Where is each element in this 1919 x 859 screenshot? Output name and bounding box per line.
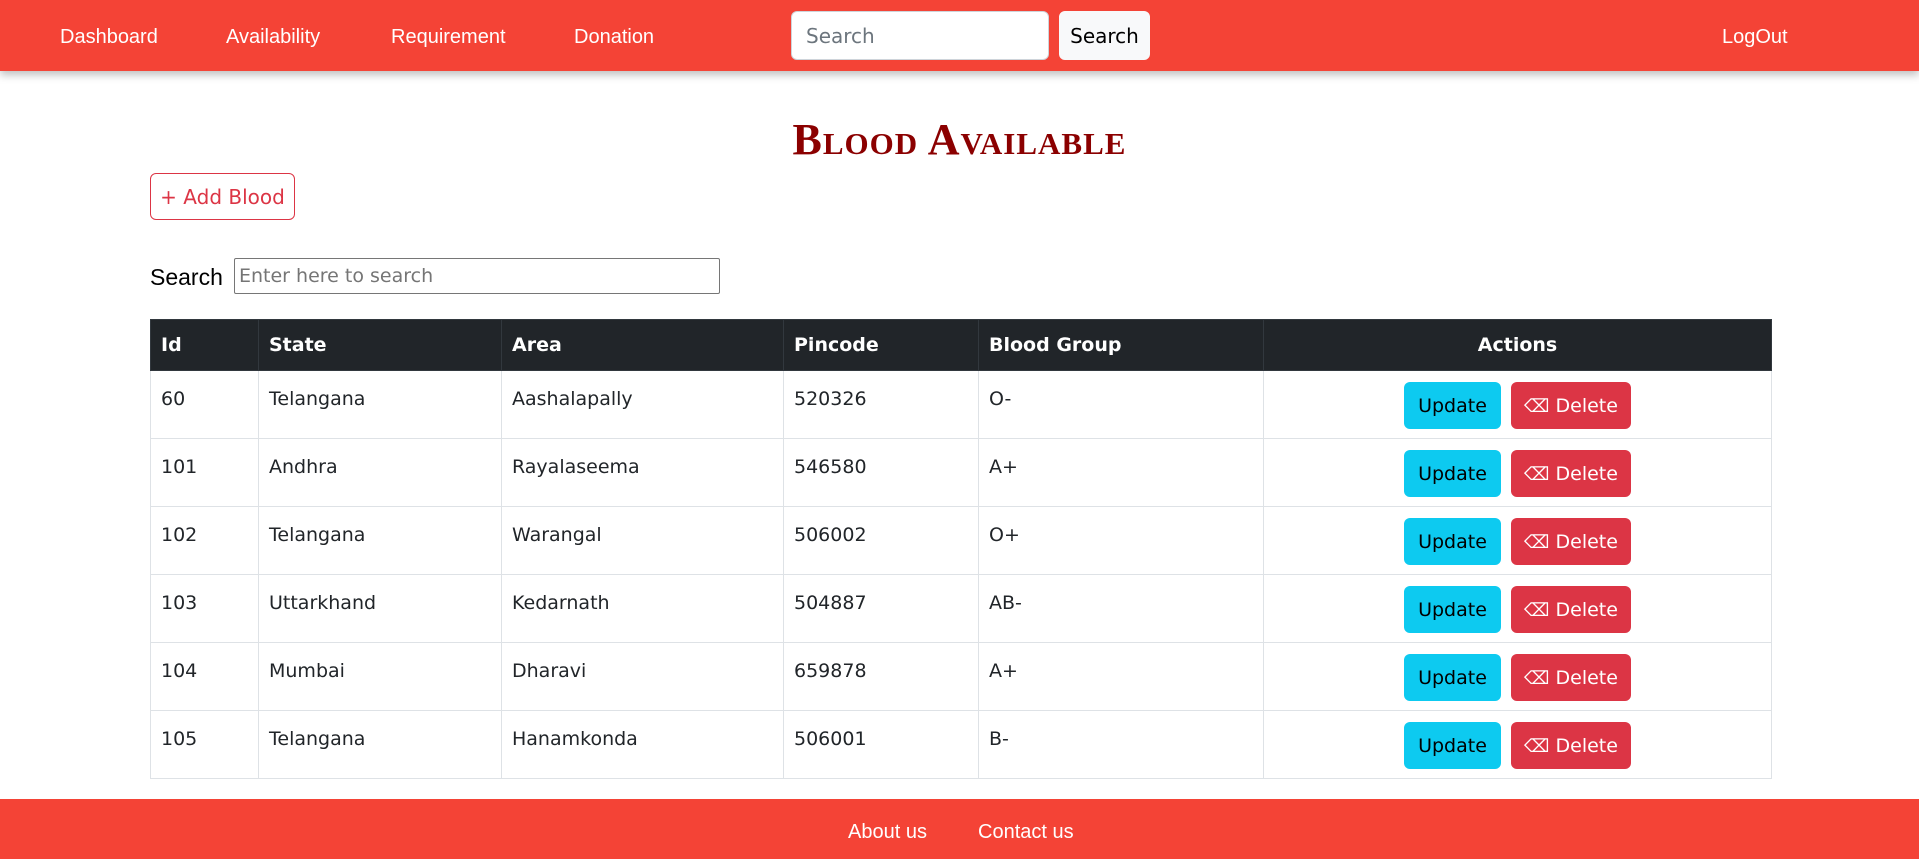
delete-button-label: Delete xyxy=(1555,734,1618,757)
nav-link-availability[interactable]: Availability xyxy=(226,25,320,49)
delete-button[interactable]: ⌫ Delete xyxy=(1511,450,1631,497)
cell-blood-group: O- xyxy=(978,370,1264,439)
cell-pincode: 504887 xyxy=(783,574,979,643)
cell-blood-group: A+ xyxy=(978,642,1264,711)
table-row: 105 Telangana Hanamkonda 506001 B- Update ⌫ Del… xyxy=(150,710,1772,779)
table-row: 101 Andhra Rayalaseema 546580 A+ Update ⌫ Delet… xyxy=(150,438,1772,507)
update-button[interactable]: Update xyxy=(1404,586,1501,633)
top-navbar: Dashboard Availability Requirement Donat… xyxy=(0,0,1919,71)
nav-link-dashboard[interactable]: Dashboard xyxy=(60,25,158,49)
cell-area: Hanamkonda xyxy=(501,710,784,779)
table-header-row: Id State Area Pincode Blood Group Action… xyxy=(150,319,1772,371)
nav-link-requirement[interactable]: Requirement xyxy=(391,25,506,49)
cell-area: Warangal xyxy=(501,506,784,575)
cell-blood-group: AB- xyxy=(978,574,1264,643)
cell-id: 101 xyxy=(150,438,259,507)
cell-actions: Update ⌫ Delete xyxy=(1263,642,1772,711)
column-header-area: Area xyxy=(501,319,784,371)
add-blood-button[interactable]: + Add Blood xyxy=(150,173,295,220)
update-button[interactable]: Update xyxy=(1404,722,1501,769)
delete-button[interactable]: ⌫ Delete xyxy=(1511,654,1631,701)
table-search-input[interactable] xyxy=(234,258,720,294)
cell-blood-group: O+ xyxy=(978,506,1264,575)
cell-id: 104 xyxy=(150,642,259,711)
nav-search-input[interactable] xyxy=(791,11,1049,60)
cell-actions: Update ⌫ Delete xyxy=(1263,438,1772,507)
cell-id: 60 xyxy=(150,370,259,439)
cell-pincode: 546580 xyxy=(783,438,979,507)
column-header-blood-group: Blood Group xyxy=(978,319,1264,371)
eraser-icon: ⌫ xyxy=(1524,599,1550,621)
cell-pincode: 520326 xyxy=(783,370,979,439)
eraser-icon: ⌫ xyxy=(1524,667,1550,689)
table-row: 103 Uttarkhand Kedarnath 504887 AB- Update ⌫ De… xyxy=(150,574,1772,643)
cell-state: Telangana xyxy=(258,506,502,575)
cell-blood-group: B- xyxy=(978,710,1264,779)
nav-search-button[interactable]: Search xyxy=(1059,11,1150,60)
column-header-actions: Actions xyxy=(1263,319,1772,371)
footer-link-about-us[interactable]: About us xyxy=(848,820,927,844)
table-row: 102 Telangana Warangal 506002 O+ Update ⌫ Delet… xyxy=(150,506,1772,575)
delete-button-label: Delete xyxy=(1555,394,1618,417)
cell-pincode: 506001 xyxy=(783,710,979,779)
delete-button[interactable]: ⌫ Delete xyxy=(1511,382,1631,429)
footer: About us Contact us xyxy=(0,799,1919,859)
cell-blood-group: A+ xyxy=(978,438,1264,507)
page-title: Blood Available xyxy=(792,115,1127,164)
cell-area: Rayalaseema xyxy=(501,438,784,507)
update-button[interactable]: Update xyxy=(1404,654,1501,701)
logout-link[interactable]: LogOut xyxy=(1722,25,1788,49)
eraser-icon: ⌫ xyxy=(1524,463,1550,485)
delete-button-label: Delete xyxy=(1555,598,1618,621)
table-row: 60 Telangana Aashalapally 520326 O- Update ⌫ De… xyxy=(150,370,1772,439)
delete-button-label: Delete xyxy=(1555,530,1618,553)
blood-availability-table: Id State Area Pincode Blood Group Action… xyxy=(150,319,1772,779)
cell-id: 102 xyxy=(150,506,259,575)
cell-actions: Update ⌫ Delete xyxy=(1263,574,1772,643)
column-header-state: State xyxy=(258,319,502,371)
cell-area: Dharavi xyxy=(501,642,784,711)
cell-id: 105 xyxy=(150,710,259,779)
table-row: 104 Mumbai Dharavi 659878 A+ Update ⌫ Delete xyxy=(150,642,1772,711)
table-body: 60 Telangana Aashalapally 520326 O- Update ⌫ De… xyxy=(150,370,1772,779)
cell-state: Telangana xyxy=(258,710,502,779)
delete-button[interactable]: ⌫ Delete xyxy=(1511,518,1631,565)
cell-state: Andhra xyxy=(258,438,502,507)
cell-actions: Update ⌫ Delete xyxy=(1263,710,1772,779)
table-search-label: Search xyxy=(150,264,223,290)
delete-button[interactable]: ⌫ Delete xyxy=(1511,586,1631,633)
eraser-icon: ⌫ xyxy=(1524,735,1550,757)
footer-link-contact-us[interactable]: Contact us xyxy=(978,820,1074,844)
cell-area: Kedarnath xyxy=(501,574,784,643)
cell-pincode: 659878 xyxy=(783,642,979,711)
eraser-icon: ⌫ xyxy=(1524,531,1550,553)
update-button[interactable]: Update xyxy=(1404,450,1501,497)
cell-state: Telangana xyxy=(258,370,502,439)
cell-state: Mumbai xyxy=(258,642,502,711)
delete-button-label: Delete xyxy=(1555,666,1618,689)
delete-button-label: Delete xyxy=(1555,462,1618,485)
delete-button[interactable]: ⌫ Delete xyxy=(1511,722,1631,769)
cell-state: Uttarkhand xyxy=(258,574,502,643)
column-header-id: Id xyxy=(150,319,259,371)
column-header-pincode: Pincode xyxy=(783,319,979,371)
cell-actions: Update ⌫ Delete xyxy=(1263,506,1772,575)
eraser-icon: ⌫ xyxy=(1524,395,1550,417)
cell-actions: Update ⌫ Delete xyxy=(1263,370,1772,439)
cell-pincode: 506002 xyxy=(783,506,979,575)
nav-link-donation[interactable]: Donation xyxy=(574,25,654,49)
update-button[interactable]: Update xyxy=(1404,382,1501,429)
update-button[interactable]: Update xyxy=(1404,518,1501,565)
cell-id: 103 xyxy=(150,574,259,643)
cell-area: Aashalapally xyxy=(501,370,784,439)
